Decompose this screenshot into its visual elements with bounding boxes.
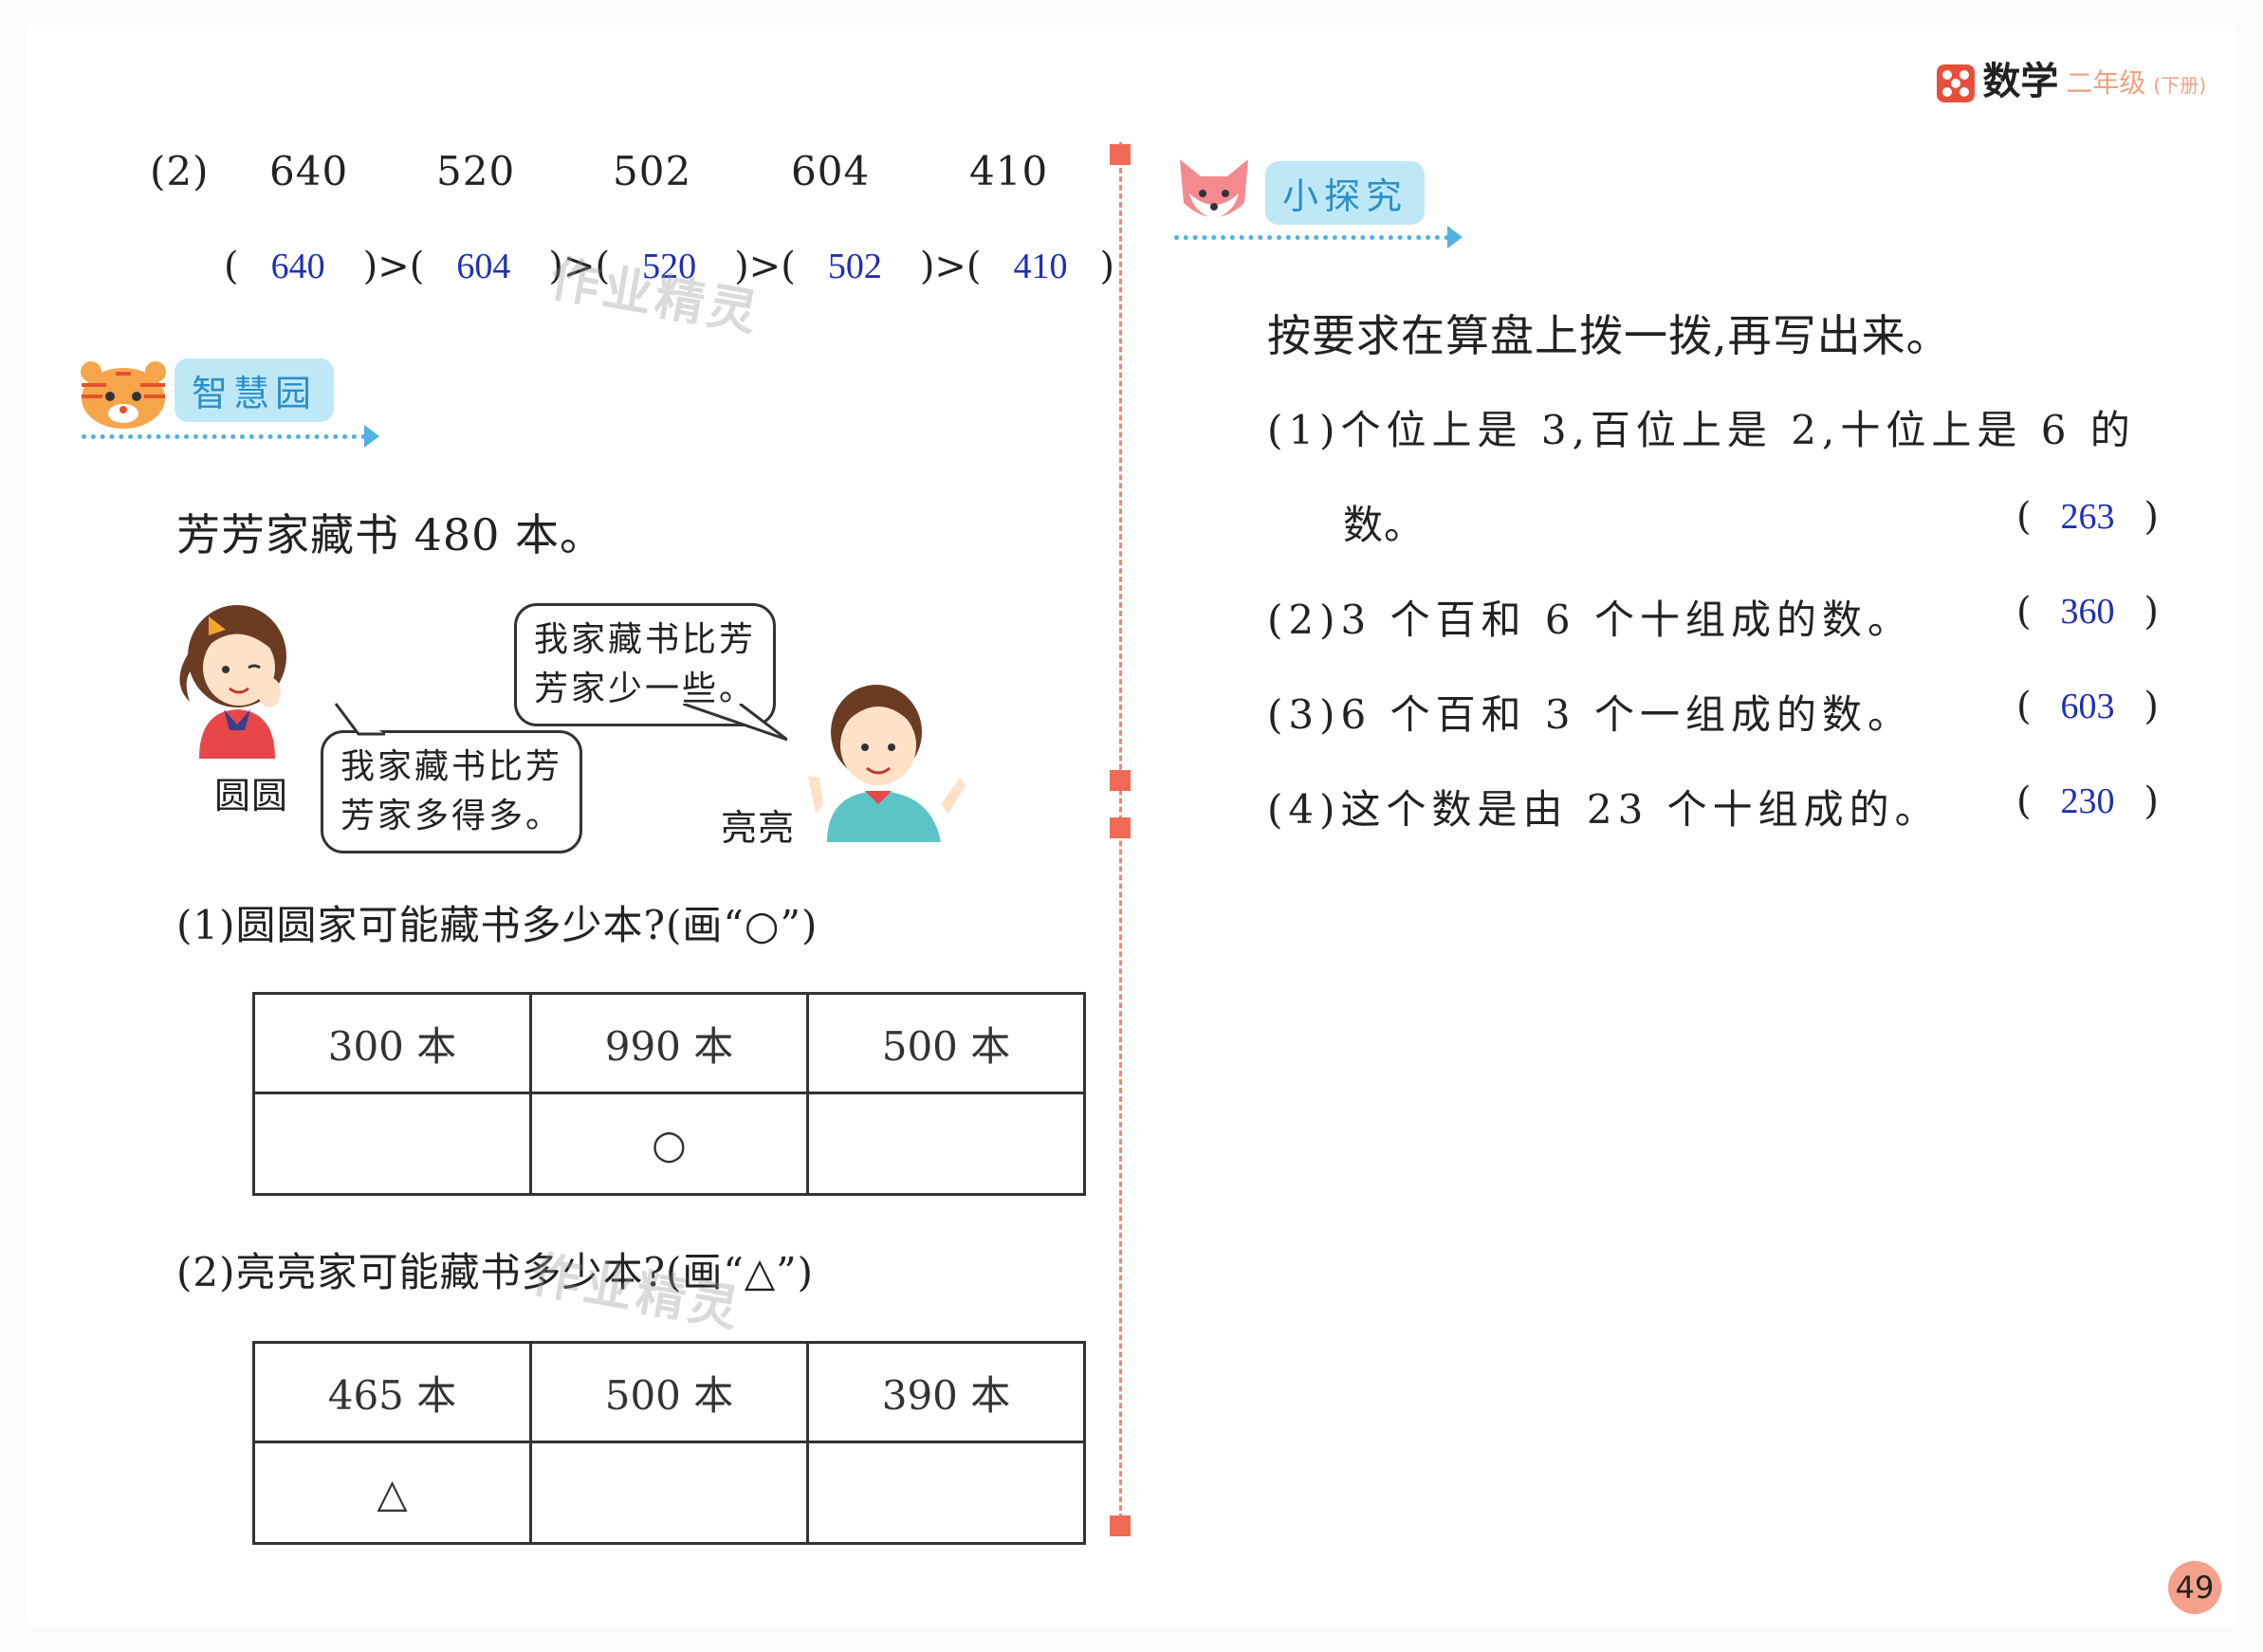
q2-number: 502 <box>613 148 692 194</box>
q2-label: (2) <box>150 148 210 194</box>
divider-marker <box>1110 144 1131 165</box>
explore-intro: 按要求在算盘上拨一拨,再写出来。 <box>1267 310 1951 361</box>
answer-1: 640 <box>270 247 325 286</box>
dice-logo-icon <box>1937 64 1976 102</box>
boy-name: 亮亮 <box>721 807 796 849</box>
explore-q3: (3)6 个百和 3 个一组成的数。 <box>1267 691 1913 738</box>
answer-2: 604 <box>456 247 511 286</box>
answer-q1: 263 <box>2060 497 2115 537</box>
divider-marker <box>1110 1515 1131 1536</box>
table-cell-header: 390 本 <box>806 1341 1086 1443</box>
table-cell-header: 990 本 <box>529 992 809 1094</box>
answer-q3: 603 <box>2060 687 2115 726</box>
boy-illustration-icon <box>799 671 969 846</box>
section-title: 智慧园 <box>175 358 335 422</box>
answer-q4: 230 <box>2060 781 2115 821</box>
bubble-tail <box>332 702 389 743</box>
tiger-mascot-icon <box>78 358 169 434</box>
dotted-line <box>1174 235 1449 240</box>
sub-question-1: (1)圆圆家可能藏书多少本?(画“○”) <box>176 902 819 948</box>
table-cell-header: 500 本 <box>806 992 1086 1094</box>
header-brand: 数学 二年级 (下册) <box>1937 61 2206 102</box>
table-cell-mark[interactable] <box>806 1092 1086 1196</box>
table-cell-mark[interactable] <box>252 1092 532 1196</box>
table-cell-header: 465 本 <box>252 1341 532 1443</box>
q2-number: 410 <box>969 148 1049 194</box>
table-cell-mark[interactable] <box>806 1441 1086 1545</box>
page-divider <box>1119 142 1122 1536</box>
table-option-1: 300 本 990 本 500 本 ○ <box>252 992 1086 1196</box>
dotted-line <box>82 434 366 439</box>
bubble-tail <box>682 702 788 745</box>
explore-q2: (2)3 个百和 6 个十组成的数。 <box>1267 597 1913 643</box>
explore-q1-line1: (1)个位上是 3,百位上是 2,十位上是 6 的 <box>1267 407 2136 453</box>
girl-illustration-icon <box>171 597 304 762</box>
table-cell-header: 300 本 <box>252 992 532 1094</box>
subject-title: 数学 <box>1982 60 2059 103</box>
answer-q2: 360 <box>2060 592 2115 632</box>
q2-number: 520 <box>436 148 516 194</box>
arrow-right-icon <box>1447 226 1463 248</box>
q2-number: 604 <box>791 148 871 194</box>
girl-name: 圆圆 <box>214 775 289 817</box>
divider-marker <box>1110 770 1131 791</box>
arrow-right-icon <box>364 425 379 448</box>
answer-5: 410 <box>1013 247 1068 286</box>
page-number: 49 <box>2168 1561 2221 1614</box>
explore-q1-line2: 数。 <box>1343 502 1426 548</box>
table-cell-mark[interactable]: △ <box>252 1441 532 1545</box>
section-title: 小探究 <box>1265 161 1426 225</box>
table-cell-mark[interactable] <box>529 1441 809 1545</box>
intro-text: 芳芳家藏书 480 本。 <box>176 509 605 560</box>
grade-label: 二年级 <box>2066 67 2146 99</box>
answer-slot: (360) <box>2016 590 2159 633</box>
answer-slot: (263) <box>2016 495 2159 539</box>
table-cell-mark[interactable]: ○ <box>529 1092 809 1196</box>
section-badge-wisdom: 智慧园 <box>175 358 335 422</box>
divider-marker <box>1110 817 1131 838</box>
volume-label: (下册) <box>2153 74 2206 97</box>
answer-slot: (603) <box>2016 685 2159 728</box>
speech-bubble-girl: 我家藏书比芳 芳家多得多。 <box>321 730 583 854</box>
table-cell-header: 500 本 <box>529 1341 809 1443</box>
fox-mascot-icon <box>1176 156 1252 235</box>
answer-4: 502 <box>827 247 882 286</box>
table-option-2: 465 本 500 本 390 本 △ <box>252 1341 1086 1545</box>
explore-q4: (4)这个数是由 23 个十组成的。 <box>1267 786 1941 833</box>
section-badge-explore: 小探究 <box>1265 161 1426 225</box>
q2-number: 640 <box>269 148 349 194</box>
answer-slot: (230) <box>2016 780 2159 823</box>
